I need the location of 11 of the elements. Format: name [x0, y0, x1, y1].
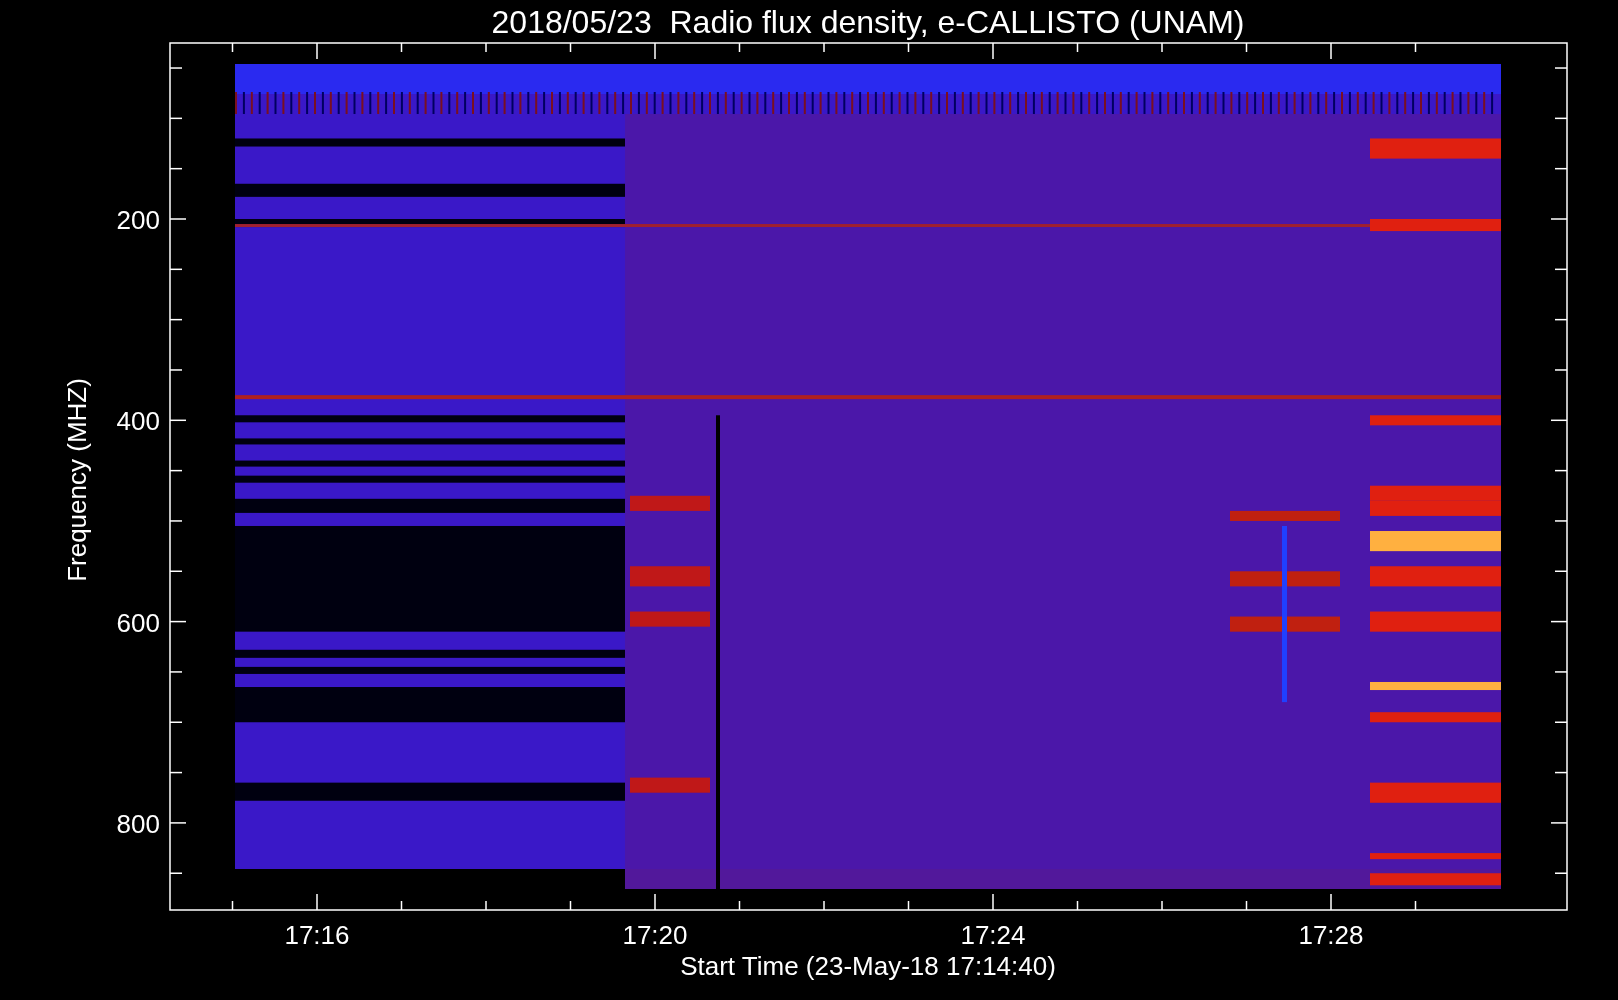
- x-tick-label: 17:16: [284, 920, 350, 950]
- x-tick-label: 17:28: [1298, 920, 1364, 950]
- y-tick-label: 600: [116, 607, 160, 638]
- x-tick-label: 17:20: [622, 920, 688, 950]
- chart-title: 2018/05/23 Radio flux density, e-CALLISTO (UNAM): [491, 4, 1245, 40]
- x-tick-label: 17:24: [960, 920, 1026, 950]
- y-tick-label: 800: [116, 808, 160, 839]
- y-tick-label: 200: [116, 205, 160, 235]
- x-axis-label: Start Time (23-May-18 17:14:40): [680, 951, 1056, 981]
- y-axis-label: Frequency (MHZ): [62, 378, 92, 582]
- y-tick-label: 400: [116, 406, 160, 437]
